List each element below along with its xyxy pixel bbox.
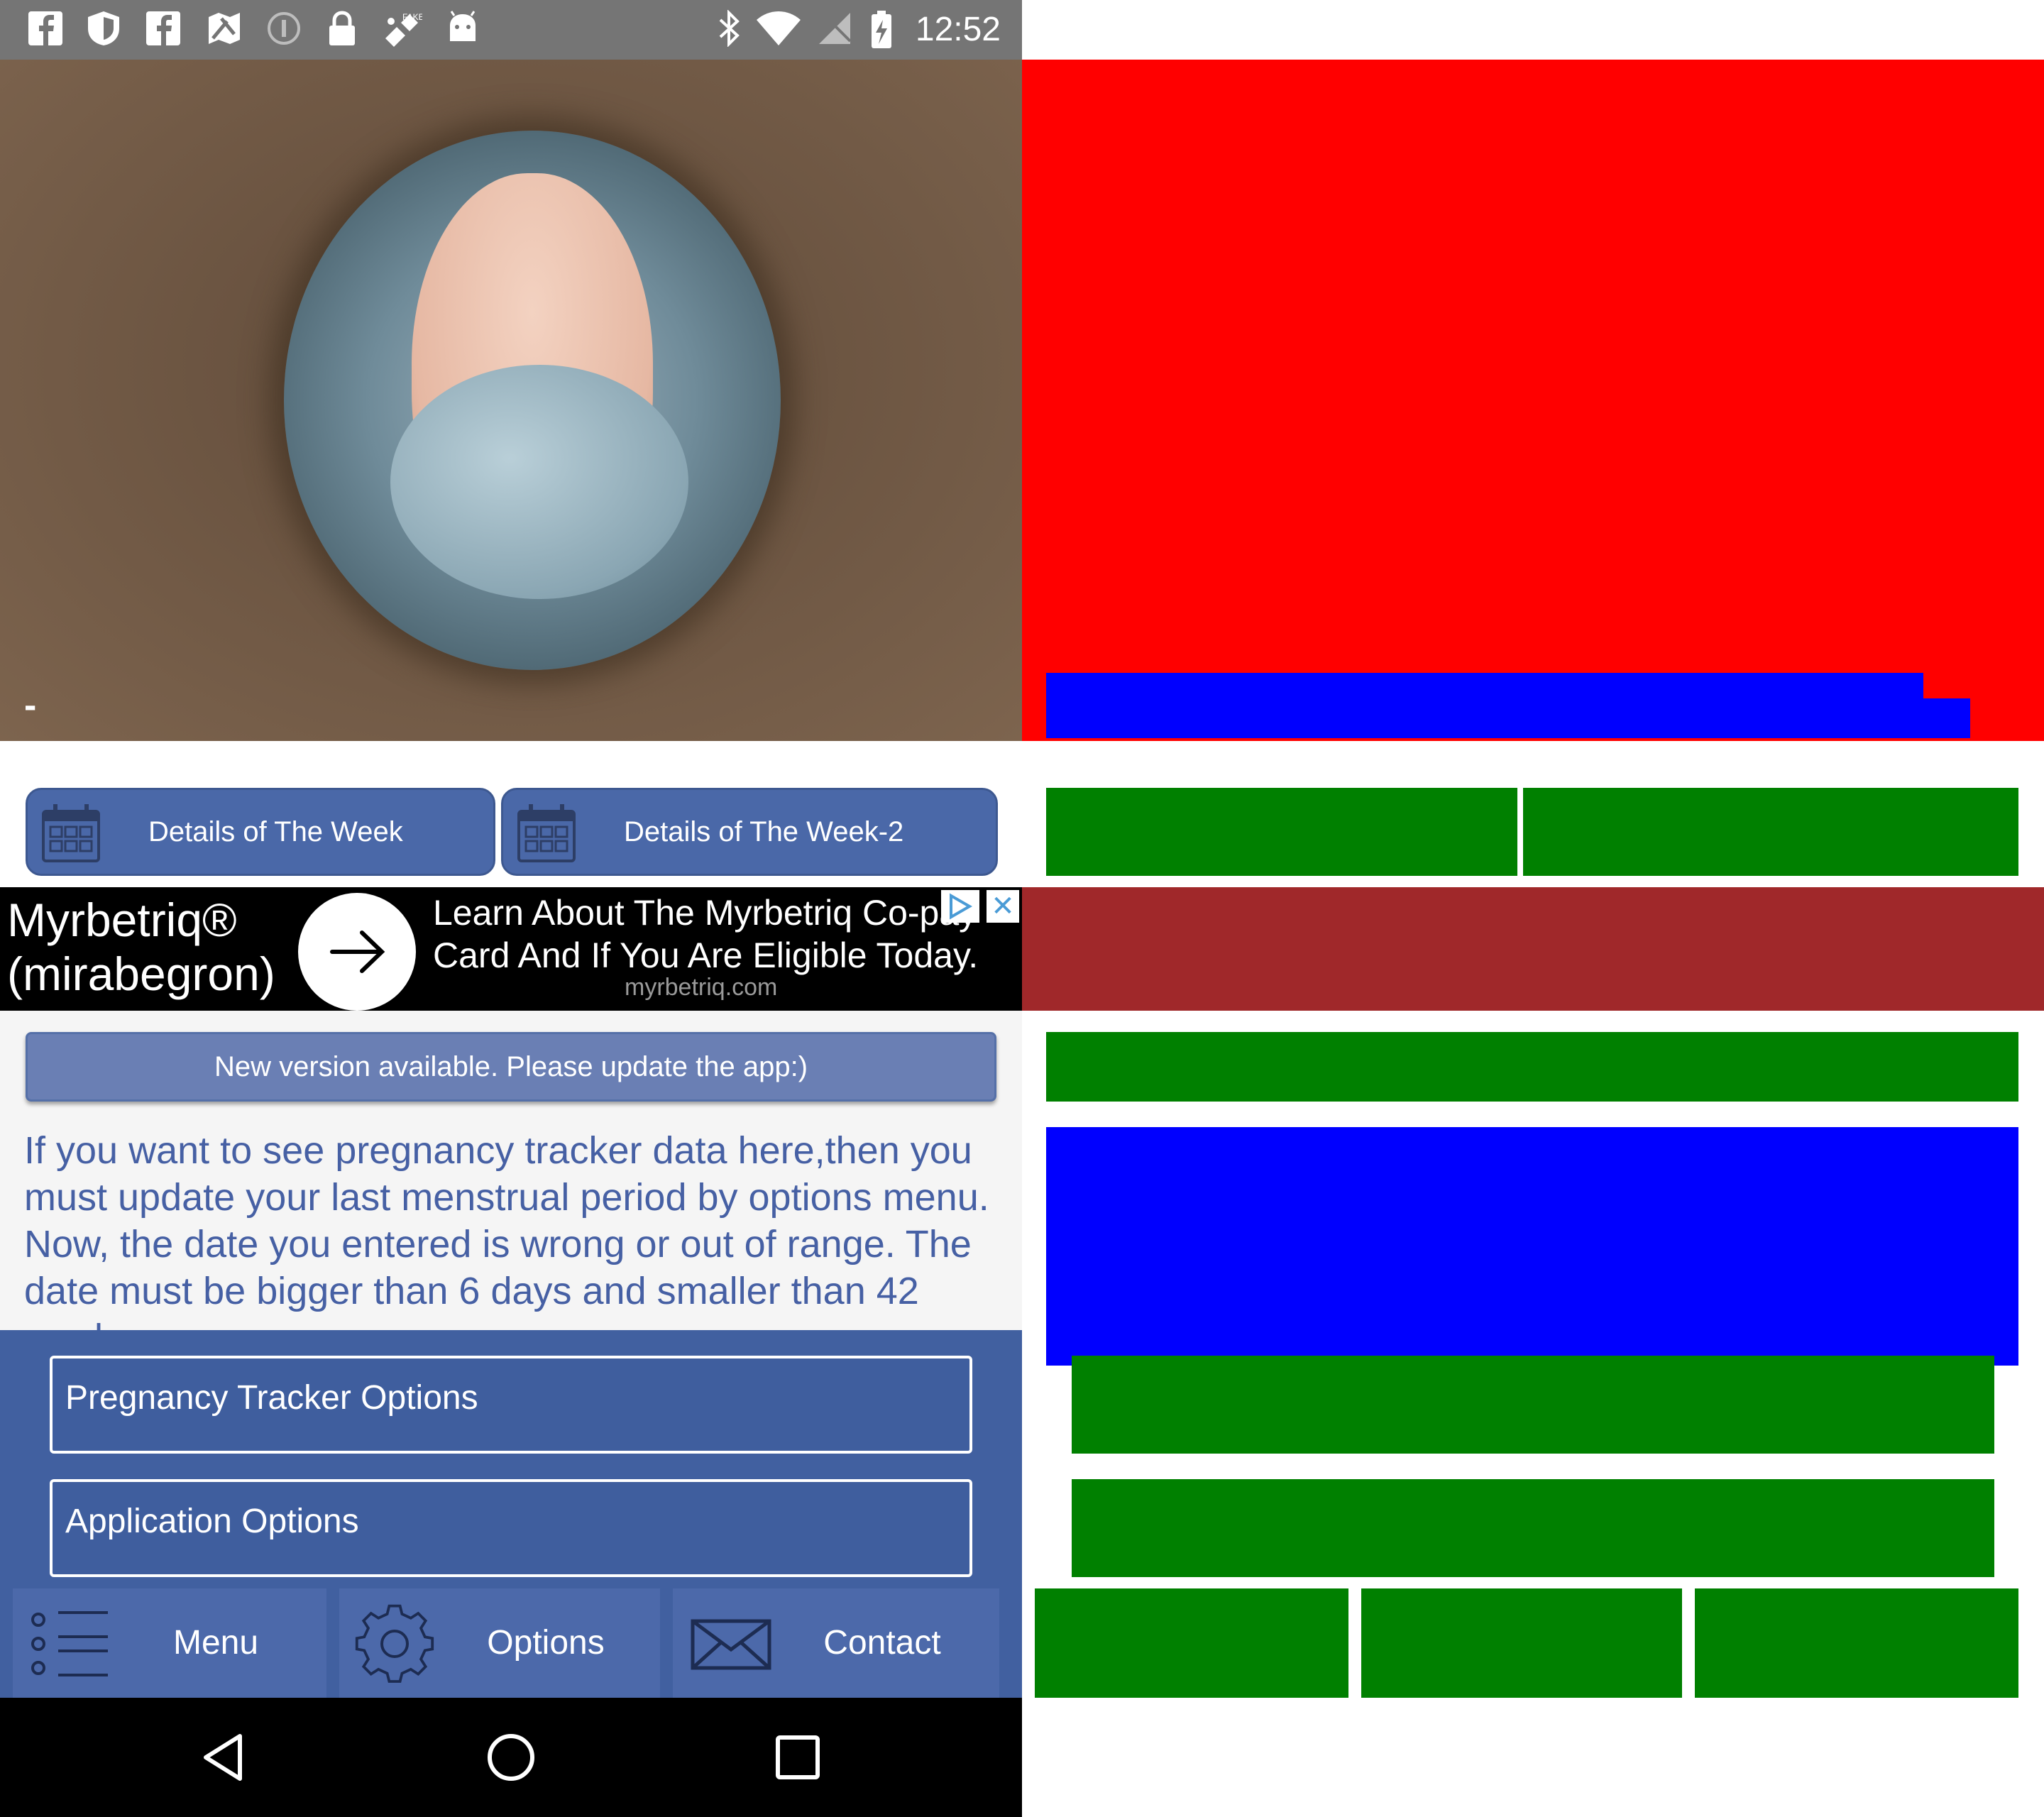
annotation-nav-tab	[1695, 1588, 2018, 1698]
annotation-options-button	[1072, 1479, 1994, 1577]
annotation-week-button	[1523, 788, 2018, 876]
ad-text: Learn About The Myrbetriq Co-pay Card An…	[433, 891, 1015, 977]
bluetooth-icon	[711, 9, 747, 50]
details-week-2-button[interactable]: Details of The Week-2	[501, 788, 998, 876]
tab-options[interactable]: Options	[339, 1588, 660, 1698]
annotation-info-text	[1046, 1127, 2018, 1366]
ad-choices-icon[interactable]	[941, 890, 979, 923]
tab-contact[interactable]: Contact	[673, 1588, 999, 1698]
ad-banner[interactable]: Myrbetriq® (mirabegron) Learn About The …	[0, 887, 1022, 1011]
week-button-label: Details of The Week-2	[624, 816, 904, 847]
svg-text:FAKE: FAKE	[402, 12, 422, 22]
battery-icon	[867, 10, 896, 50]
annotation-week-button	[1046, 788, 1517, 876]
ad-brand-line: (mirabegron)	[7, 948, 275, 1000]
close-icon[interactable]: ✕	[987, 890, 1019, 923]
week-button-label: Details of The Week	[148, 816, 403, 847]
facebook-icon	[143, 10, 183, 50]
ad-brand: Myrbetriq® (mirabegron)	[7, 893, 305, 1001]
info-icon	[264, 10, 304, 50]
signal-icon	[815, 10, 855, 50]
annotation-nav-tab	[1361, 1588, 1682, 1698]
annotation-nav-tab	[1035, 1588, 1348, 1698]
hero-image: -	[0, 60, 1022, 741]
status-time: 12:52	[915, 11, 1001, 48]
baby-nest-illustration	[284, 131, 781, 670]
annotation-update-banner	[1046, 1032, 2018, 1102]
update-banner[interactable]: New version available. Please update the…	[26, 1032, 996, 1102]
android-icon	[443, 10, 483, 50]
lock-icon	[322, 10, 362, 50]
annotation-hero-region	[1022, 60, 2044, 741]
home-icon[interactable]	[483, 1729, 539, 1786]
annotation-caption-region	[1046, 698, 1970, 738]
details-week-button[interactable]: Details of The Week	[26, 788, 495, 876]
annotation-ad-region	[1022, 887, 2044, 1011]
shield-icon	[84, 10, 123, 50]
ad-brand-line: Myrbetriq®	[7, 894, 237, 946]
status-bar: FAKE 12:52	[0, 0, 1022, 60]
satellite-icon: FAKE	[380, 10, 424, 50]
tab-options-label: Options	[487, 1624, 605, 1662]
ad-text-line: Learn About The Myrbetriq Co-pay	[433, 893, 977, 933]
recents-icon[interactable]	[769, 1729, 826, 1786]
annotation-caption-region	[1046, 673, 1923, 698]
info-text: If you want to see pregnancy tracker dat…	[24, 1129, 989, 1330]
hero-caption: -	[24, 685, 37, 726]
map-icon	[204, 10, 244, 50]
blanket-illustration	[390, 365, 688, 599]
pregnancy-tracker-options-button[interactable]: Pregnancy Tracker Options	[50, 1356, 972, 1454]
facebook-icon	[26, 10, 65, 50]
arrow-right-icon[interactable]	[298, 893, 416, 1011]
ad-text-line: Card And If You Are Eligible Today.	[433, 935, 979, 975]
ad-domain: myrbetriq.com	[625, 974, 778, 1001]
annotation-options-button	[1072, 1356, 1994, 1454]
tab-menu-label: Menu	[172, 1624, 259, 1662]
application-options-button[interactable]: Application Options	[50, 1479, 972, 1577]
tab-menu[interactable]: Menu	[13, 1588, 326, 1698]
tab-contact-label: Contact	[823, 1624, 941, 1662]
system-nav-bar	[0, 1698, 1022, 1817]
back-icon[interactable]	[196, 1729, 253, 1786]
wifi-icon	[755, 10, 802, 50]
